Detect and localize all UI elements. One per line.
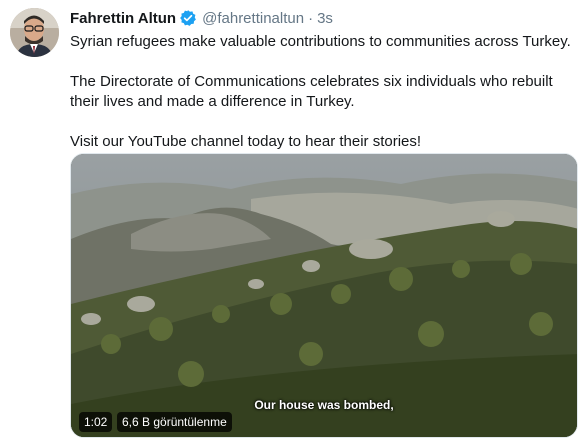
tweet-paragraph: The Directorate of Communications celebr…: [70, 73, 553, 110]
video-player[interactable]: Our house was bombed, 1:02 6,6 B görüntü…: [70, 153, 578, 438]
verified-badge-icon: [179, 9, 197, 27]
tweet-paragraph: Syrian refugees make valuable contributi…: [70, 33, 571, 50]
tweet-text: Syrian refugees make valuable contributi…: [70, 32, 580, 152]
author-handle[interactable]: @fahrettinaltun: [202, 10, 304, 27]
tweet[interactable]: Fahrettin Altun @fahrettinaltun · 3s Syr…: [0, 0, 588, 448]
author-name[interactable]: Fahrettin Altun: [70, 10, 176, 27]
separator-dot: ·: [308, 9, 314, 27]
avatar[interactable]: [10, 8, 59, 57]
tweet-timestamp[interactable]: 3s: [317, 10, 333, 27]
video-duration: 1:02: [79, 412, 113, 432]
tweet-header: Fahrettin Altun @fahrettinaltun · 3s: [70, 8, 333, 28]
tweet-paragraph: Visit our YouTube channel today to hear …: [70, 133, 422, 150]
video-frame: [71, 154, 577, 437]
video-subtitle: Our house was bombed,: [254, 398, 394, 412]
video-view-count: 6,6 B görüntülenme: [117, 412, 232, 432]
